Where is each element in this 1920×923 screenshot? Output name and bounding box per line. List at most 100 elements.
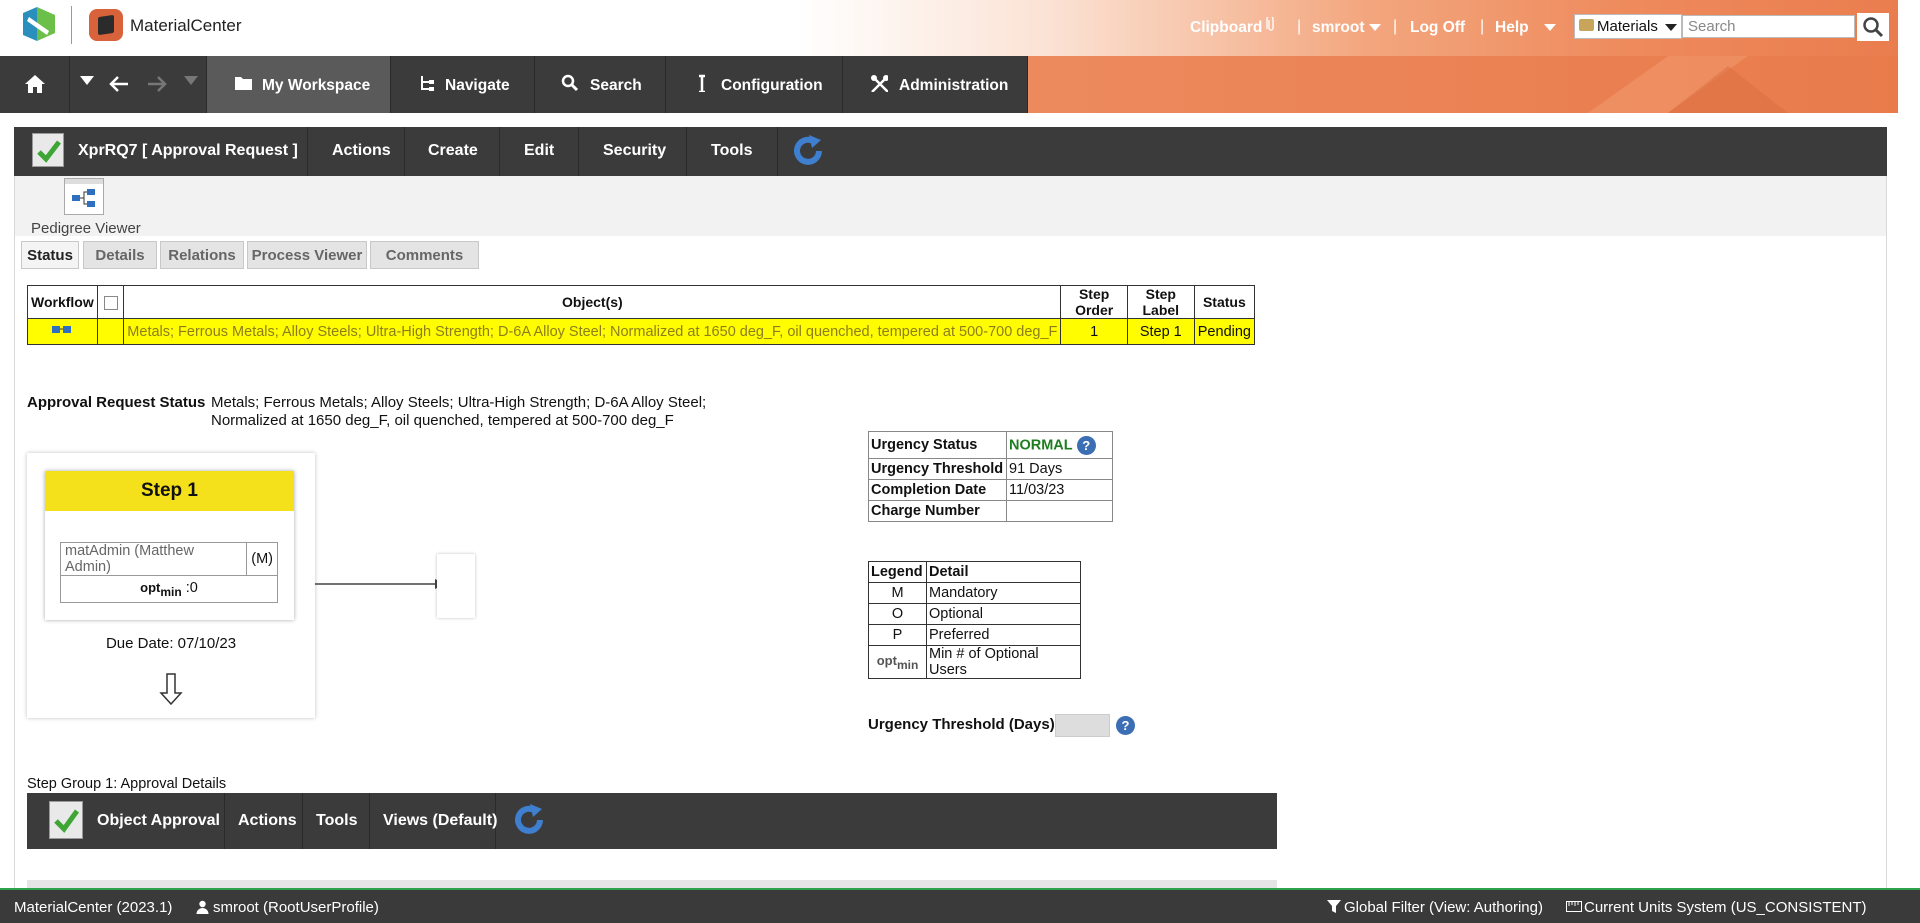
tab-comments[interactable]: Comments	[370, 241, 479, 269]
step-label-cell: Step 1	[1126, 318, 1195, 345]
step-group-tools-label: Tools	[316, 812, 358, 829]
status-header: Status	[1193, 285, 1256, 319]
help-menu-caret-icon[interactable]	[1544, 24, 1556, 31]
approver-name: matAdmin (Matthew Admin)	[59, 542, 248, 576]
legend-row: M Mandatory	[868, 582, 1081, 604]
views-menu[interactable]: Views (Default)	[370, 793, 498, 849]
nav-configuration-label: Configuration	[721, 77, 823, 94]
nav-configuration[interactable]: Configuration	[666, 56, 843, 113]
history-dropdown-icon[interactable]	[80, 76, 94, 86]
nav-search[interactable]: Search	[535, 56, 666, 113]
global-filter[interactable]: Global Filter (View: Authoring)	[1344, 899, 1543, 916]
legend-opt-label: opt	[876, 652, 897, 668]
back-arrow-icon[interactable]	[108, 74, 130, 94]
materials-scope-icon	[1579, 19, 1594, 31]
edit-menu-label: Edit	[524, 142, 555, 159]
charge-number-label: Charge Number	[868, 500, 1007, 522]
select-all-checkbox[interactable]	[103, 296, 118, 311]
step-box[interactable]: Step 1 matAdmin (Matthew Admin) (M) optm…	[45, 471, 294, 620]
object-approval-title: Object Approval	[97, 812, 220, 829]
tools-menu[interactable]: Tools	[687, 127, 778, 176]
nav-navigate[interactable]: Navigate	[391, 56, 535, 113]
step-group-actions-menu[interactable]: Actions	[225, 793, 303, 849]
current-user[interactable]: smroot (RootUserProfile)	[213, 899, 379, 916]
scope-dropdown[interactable]: Materials	[1574, 14, 1682, 39]
pedigree-viewer-button[interactable]	[64, 178, 104, 215]
urgency-threshold-label: Urgency Threshold	[868, 458, 1007, 480]
search-input[interactable]	[1682, 15, 1855, 38]
object-title-cell: XprRQ7 [ Approval Request ]	[14, 127, 308, 176]
step-users-table: matAdmin (Matthew Admin) (M) optmin :0	[59, 542, 278, 603]
flow-connector-arrow	[315, 579, 445, 589]
filter-icon	[1327, 900, 1341, 913]
object-cell[interactable]: Metals; Ferrous Metals; Alloy Steels; Ul…	[123, 318, 1062, 345]
refresh-button[interactable]	[778, 127, 838, 176]
refresh-icon	[515, 804, 543, 834]
tab-relations[interactable]: Relations	[160, 241, 244, 269]
legend-row: optmin Min # of Optional Users	[868, 645, 1081, 679]
search-button[interactable]	[1857, 13, 1889, 41]
app-logo-icon	[89, 9, 123, 41]
object-title: XprRQ7 [ Approval Request ]	[78, 142, 298, 159]
edit-menu[interactable]: Edit	[500, 127, 579, 176]
legend-detail: Optional	[926, 603, 1081, 625]
pedigree-viewer-icon	[65, 179, 103, 207]
header-separator: |	[1297, 18, 1302, 35]
detail-header: Detail	[926, 561, 1081, 583]
clipboard-link[interactable]: Clipboard	[1190, 19, 1262, 37]
objects-header: Object(s)	[123, 285, 1062, 319]
home-button[interactable]	[0, 56, 70, 113]
forward-arrow-icon[interactable]	[146, 74, 168, 94]
hierarchy-icon	[421, 76, 434, 91]
legend-row: P Preferred	[868, 624, 1081, 646]
legend-header-row: Legend Detail	[868, 561, 1081, 583]
create-menu[interactable]: Create	[405, 127, 500, 176]
nav-my-workspace[interactable]: My Workspace	[207, 56, 391, 113]
step-group-toolbar: Object Approval Actions Tools Views (Def…	[27, 793, 1277, 849]
urgency-threshold-days-input[interactable]	[1055, 714, 1110, 737]
legend-code: O	[868, 603, 927, 625]
banner-graphic	[1588, 56, 1788, 113]
step-group-refresh-button[interactable]	[496, 793, 556, 849]
step-group-tools-menu[interactable]: Tools	[303, 793, 370, 849]
nav-banner	[1028, 56, 1898, 113]
user-menu[interactable]: smroot	[1312, 19, 1365, 37]
help-menu[interactable]: Help	[1495, 19, 1529, 37]
logoff-link[interactable]: Log Off	[1410, 19, 1465, 37]
tab-details[interactable]: Details	[83, 241, 157, 269]
end-node	[437, 554, 475, 618]
legend-detail: Min # of Optional Users	[926, 645, 1081, 679]
step-order-cell: 1	[1060, 318, 1128, 345]
security-menu[interactable]: Security	[579, 127, 687, 176]
paperclip-icon	[1266, 17, 1274, 31]
legend-detail: Preferred	[926, 624, 1081, 646]
views-menu-label: Views (Default)	[383, 812, 498, 829]
help-icon[interactable]: ?	[1116, 716, 1135, 735]
nav-administration[interactable]: Administration	[843, 56, 1028, 113]
user-icon	[196, 900, 209, 914]
actions-menu[interactable]: Actions	[308, 127, 405, 176]
app-version: MaterialCenter (2023.1)	[14, 899, 173, 916]
tab-status[interactable]: Status	[21, 241, 79, 269]
refresh-icon	[794, 135, 822, 165]
legend-opt-sub: min	[896, 657, 919, 672]
help-icon[interactable]: ?	[1076, 435, 1096, 455]
object-toolbar: XprRQ7 [ Approval Request ] Actions Crea…	[14, 127, 1887, 176]
opt-min-row: optmin :0	[60, 575, 278, 603]
table-row[interactable]: Metals; Ferrous Metals; Alloy Steels; Ul…	[27, 318, 1256, 345]
urgency-threshold-row: Urgency Threshold 91 Days	[868, 458, 1113, 480]
units-system[interactable]: Current Units System (US_CONSISTENT)	[1584, 899, 1867, 916]
row-select-cell[interactable]	[96, 318, 125, 345]
user-menu-caret-icon[interactable]	[1369, 24, 1381, 31]
app-name: MaterialCenter	[130, 16, 242, 35]
tab-process-viewer[interactable]: Process Viewer	[247, 241, 367, 269]
opt-min-value: :0	[185, 579, 198, 596]
object-approval-icon	[49, 801, 83, 839]
approver-flag: (M)	[246, 542, 278, 576]
step-group-actions-label: Actions	[238, 812, 297, 829]
company-logo-icon	[23, 7, 55, 41]
nav-navigate-label: Navigate	[445, 77, 510, 94]
forward-dropdown-icon[interactable]	[184, 76, 198, 86]
urgency-threshold-days-label: Urgency Threshold (Days)	[868, 716, 1055, 733]
workflow-icon[interactable]	[51, 324, 73, 336]
